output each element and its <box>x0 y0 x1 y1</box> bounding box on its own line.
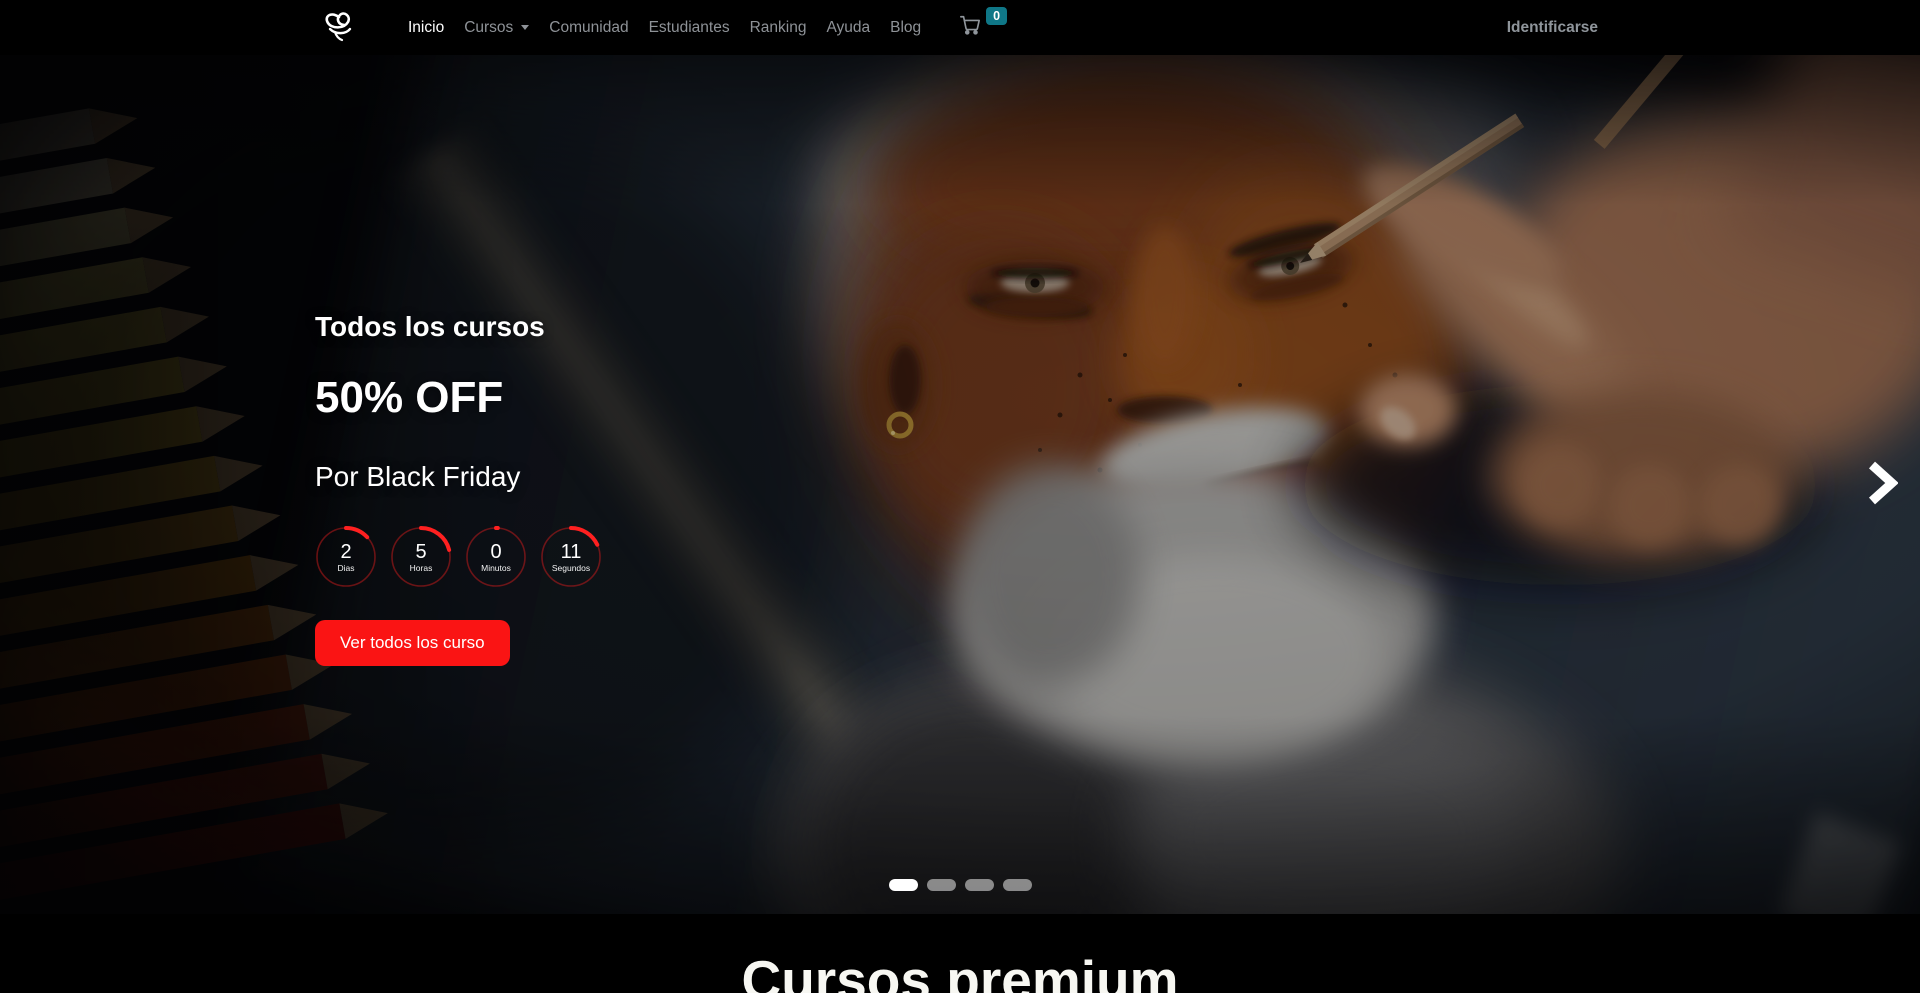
navbar-container: Inicio Cursos Comunidad Estudiantes Rank… <box>300 0 1620 55</box>
countdown-hours: 5Horas <box>390 526 452 588</box>
login-link[interactable]: Identificarse <box>1507 19 1598 37</box>
countdown-days-value: 2 <box>340 542 351 563</box>
hero-slide-image <box>0 55 1920 914</box>
nav-item-label: Cursos <box>464 19 513 37</box>
chevron-right-icon <box>1868 461 1898 508</box>
page: Inicio Cursos Comunidad Estudiantes Rank… <box>0 0 1920 993</box>
chevron-down-icon <box>521 25 529 30</box>
nav-menu: Inicio Cursos Comunidad Estudiantes Rank… <box>398 11 931 45</box>
hero-content: Todos los cursos 50% OFF Por Black Frida… <box>315 313 602 666</box>
hero-carousel: Todos los cursos 50% OFF Por Black Frida… <box>0 55 1920 914</box>
countdown-minutes: 0Minutos <box>465 526 527 588</box>
cart-count-badge: 0 <box>986 7 1007 25</box>
carousel-indicator-1[interactable] <box>889 879 918 891</box>
hero-subheadline: Por Black Friday <box>315 463 602 491</box>
nav-item-label: Ayuda <box>826 19 870 37</box>
countdown-hours-value: 5 <box>415 542 426 563</box>
nav-item-label: Ranking <box>750 19 807 37</box>
view-all-courses-button[interactable]: Ver todos los curso <box>315 620 510 666</box>
hero-kicker: Todos los cursos <box>315 313 602 341</box>
nav-item-ranking[interactable]: Ranking <box>740 11 817 45</box>
nav-item-blog[interactable]: Blog <box>880 11 931 45</box>
brand-logo[interactable] <box>322 5 356 50</box>
nav-item-cursos[interactable]: Cursos <box>454 11 539 45</box>
carousel-indicator-3[interactable] <box>965 879 994 891</box>
countdown-minutes-label: Minutos <box>481 563 511 573</box>
countdown-minutes-value: 0 <box>490 542 501 563</box>
nav-item-inicio[interactable]: Inicio <box>398 11 454 45</box>
countdown-seconds: 11Segundos <box>540 526 602 588</box>
carousel-indicator-4[interactable] <box>1003 879 1032 891</box>
nav-item-comunidad[interactable]: Comunidad <box>539 11 638 45</box>
countdown-days: 2Dias <box>315 526 377 588</box>
brush-swirl-logo-icon <box>322 5 356 50</box>
navbar: Inicio Cursos Comunidad Estudiantes Rank… <box>0 0 1920 55</box>
nav-item-label: Estudiantes <box>649 19 730 37</box>
nav-item-label: Inicio <box>408 19 444 37</box>
nav-item-label: Comunidad <box>549 19 628 37</box>
hero-headline: 50% OFF <box>315 376 602 420</box>
countdown-days-label: Dias <box>337 563 354 573</box>
cart-icon <box>959 14 981 41</box>
premium-section-title: Cursos premium <box>0 952 1920 993</box>
nav-item-estudiantes[interactable]: Estudiantes <box>639 11 740 45</box>
premium-courses-section: Cursos premium <box>0 914 1920 993</box>
countdown-seconds-value: 11 <box>561 542 582 563</box>
carousel-indicators <box>0 879 1920 891</box>
cart-button[interactable]: 0 <box>959 14 1007 41</box>
countdown-seconds-label: Segundos <box>552 563 590 573</box>
countdown: 2Dias 5Horas 0Minutos 11Segundos <box>315 526 602 588</box>
nav-item-ayuda[interactable]: Ayuda <box>816 11 880 45</box>
nav-item-label: Blog <box>890 19 921 37</box>
countdown-hours-label: Horas <box>410 563 433 573</box>
carousel-indicator-2[interactable] <box>927 879 956 891</box>
carousel-next-button[interactable] <box>1860 459 1906 509</box>
